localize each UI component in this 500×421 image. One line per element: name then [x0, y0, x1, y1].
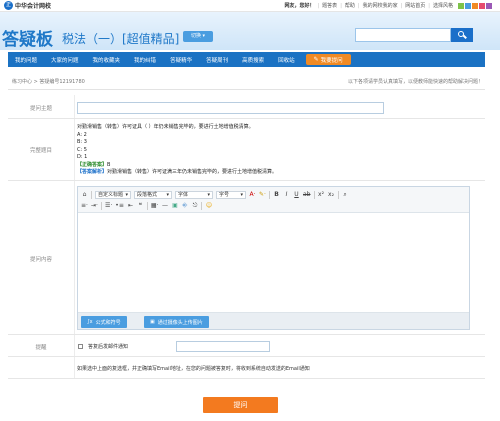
help-link[interactable]: 帮助 [345, 2, 355, 9]
question-line: 对勤滑销售（转售）许可证具（ ）年仍未销售完毕的，要进行土地增值税清算。 [77, 124, 254, 130]
email-field[interactable] [176, 341, 270, 352]
my-school-link[interactable]: 我的网校我的家 [363, 2, 398, 9]
unlink-icon[interactable]: ⎋ [191, 202, 198, 210]
style-swatch[interactable] [458, 2, 464, 9]
nav-weekly[interactable]: 答疑周刊 [199, 56, 235, 64]
main-nav: 我的问题 大家的问题 我的收藏夹 我的纠错 答疑精华 答疑周刊 高质搜索 回收站… [8, 52, 485, 67]
switch-course-button[interactable]: 切换 ▾ [183, 31, 213, 42]
custom-title-select[interactable]: 自定义标题 ▾ [95, 190, 131, 199]
style-swatch[interactable] [479, 2, 485, 9]
align-icon[interactable]: ≡· [81, 202, 88, 209]
search-button[interactable] [451, 28, 473, 42]
superscript-icon[interactable]: x² [318, 191, 325, 198]
rich-text-editor[interactable]: ⌂ 自定义标题 ▾ 段落格式 ▾ 字体 ▾ 字号 ▾ A· ✎· B I U ab x²… [77, 186, 470, 330]
style-label: 选择风格 [432, 3, 453, 9]
breadcrumb-bar: 练习中心 > 答疑编号12191780 以下各项请学员认真填写，以便教师能快速的… [8, 76, 485, 86]
subscript-icon[interactable]: x₂ [328, 191, 335, 198]
explain-line: 【答案解析】对勤滑销售（转售）许可证满三年仍未销售完毕的，要进行土地增值税清算。 [77, 169, 277, 177]
logo-mark-icon: 正 [4, 1, 13, 10]
hr-icon[interactable]: — [161, 202, 168, 209]
switch-label: 切换 [190, 33, 201, 39]
formula-icon: ∫x [87, 319, 93, 325]
blockquote-icon[interactable]: ❝ [137, 202, 144, 209]
option-a: A: 2 [77, 131, 87, 138]
formula-button[interactable]: ∫x 公式和符号 [81, 316, 127, 328]
emoji-icon[interactable]: ☺ [205, 202, 212, 209]
form-tip: 以下各项请学员认真填写，以便教师能快速的帮助解决问题！ [347, 79, 483, 85]
strike-icon[interactable]: ab [303, 191, 311, 198]
pencil-icon: ✎ [313, 56, 319, 63]
style-swatch[interactable] [472, 2, 478, 9]
nav-recycle-bin[interactable]: 回收站 [271, 56, 302, 64]
link-icon[interactable]: ⎆ [181, 202, 188, 210]
bold-icon[interactable]: B [273, 191, 280, 198]
content-label: 提问内容 [29, 257, 52, 263]
option-b: B: 3 [77, 139, 87, 145]
home-link[interactable]: 网站首页 [405, 2, 425, 9]
nav-my-questions[interactable]: 我的问题 [8, 56, 44, 64]
style-swatch[interactable] [465, 2, 471, 9]
outdent-icon[interactable]: ⇤ [127, 202, 134, 209]
ordered-list-icon[interactable]: ☰· [105, 202, 112, 209]
nav-advanced-search[interactable]: 高质搜索 [235, 56, 271, 64]
explain-tag: 【答案解析】 [77, 169, 108, 175]
font-select[interactable]: 字体 ▾ [175, 190, 213, 199]
question-label: 完整题目 [29, 148, 52, 154]
notify-label: 提醒 [35, 345, 47, 351]
notify-text: 答复后发邮件通知 [88, 344, 129, 350]
zoom-icon[interactable]: ⌕ [342, 191, 349, 199]
nav-highlights[interactable]: 答疑精华 [163, 56, 199, 64]
option-d: D: 1 [77, 154, 88, 160]
ask-label: 我要提问 [320, 57, 343, 64]
indent-icon[interactable]: ⇥· [91, 202, 98, 209]
italic-icon[interactable]: I [283, 191, 290, 198]
style-swatch[interactable] [486, 2, 492, 9]
title-label: 提问主题 [29, 106, 52, 112]
option-c: C: 5 [77, 146, 87, 153]
greeting: 网友，您好！ [284, 3, 315, 9]
answer-tag: 【正确答案】 [77, 161, 108, 168]
editor-toolbar: ⌂ 自定义标题 ▾ 段落格式 ▾ 字体 ▾ 字号 ▾ A· ✎· B I U ab x²… [78, 187, 469, 213]
editor-bottom-bar: ∫x 公式和符号 ▣ 通过摄像头上传图片 [78, 312, 469, 329]
source-icon[interactable]: ⌂ [81, 191, 88, 198]
camera-upload-button[interactable]: ▣ 通过摄像头上传图片 [144, 316, 209, 328]
ask-question-button[interactable]: ✎ 我要提问 [305, 54, 351, 65]
style-swatches [458, 2, 492, 9]
image-icon[interactable]: ▣ [171, 202, 178, 209]
top-links: 网友，您好！ | 题答表 | 帮助 | 我的网校我的家 | 网站首页 | 选择风… [284, 2, 492, 9]
table-icon[interactable]: ▦· [151, 202, 159, 209]
nav-corrections[interactable]: 我的纠错 [127, 56, 163, 64]
question-text: 对勤滑销售（转售）许可证具（ ）年仍未销售完毕的，要进行土地增值税清算。 A: … [77, 124, 277, 177]
course-subject: 税法（一）[超值精品] [62, 32, 180, 46]
submit-button[interactable]: 提问 [203, 397, 278, 413]
underline-icon[interactable]: U [293, 191, 300, 198]
answer-value: B [107, 161, 111, 168]
font-color-icon[interactable]: A· [249, 191, 256, 198]
divider [8, 89, 485, 90]
nav-favorites[interactable]: 我的收藏夹 [86, 56, 128, 64]
camera-icon: ▣ [150, 319, 155, 325]
header: 答疑板 税法（一）[超值精品] 切换 ▾ [0, 12, 500, 50]
top-bar: 正 中华会计网校 网友，您好！ | 题答表 | 帮助 | 我的网校我的家 | 网… [0, 0, 500, 12]
explain-text: 对勤滑销售（转售）许可证满三年仍未销售完毕的，要进行土地增值税清算。 [107, 169, 278, 175]
bullet-list-icon[interactable]: •≡ [115, 202, 124, 209]
nav-all-questions[interactable]: 大家的问题 [44, 56, 86, 64]
answer-line: 【正确答案】B [77, 162, 277, 170]
highlight-icon[interactable]: ✎· [259, 191, 266, 198]
site-logo[interactable]: 正 中华会计网校 [4, 1, 51, 10]
toplink-item[interactable]: 题答表 [322, 2, 337, 9]
brand-title: 答疑板 [2, 30, 53, 50]
search-input[interactable] [355, 28, 451, 42]
notify-checkbox[interactable] [78, 344, 83, 349]
site-logo-text: 中华会计网校 [15, 3, 52, 10]
breadcrumb[interactable]: 练习中心 > 答疑编号12191780 [12, 78, 85, 85]
notify-note: 如果选中上面的复选框，并正确填写Email地址，在您的问题被答复时，将收到系统自… [77, 366, 310, 372]
paragraph-select[interactable]: 段落格式 ▾ [134, 190, 172, 199]
size-select[interactable]: 字号 ▾ [216, 190, 246, 199]
title-input[interactable] [77, 102, 384, 114]
